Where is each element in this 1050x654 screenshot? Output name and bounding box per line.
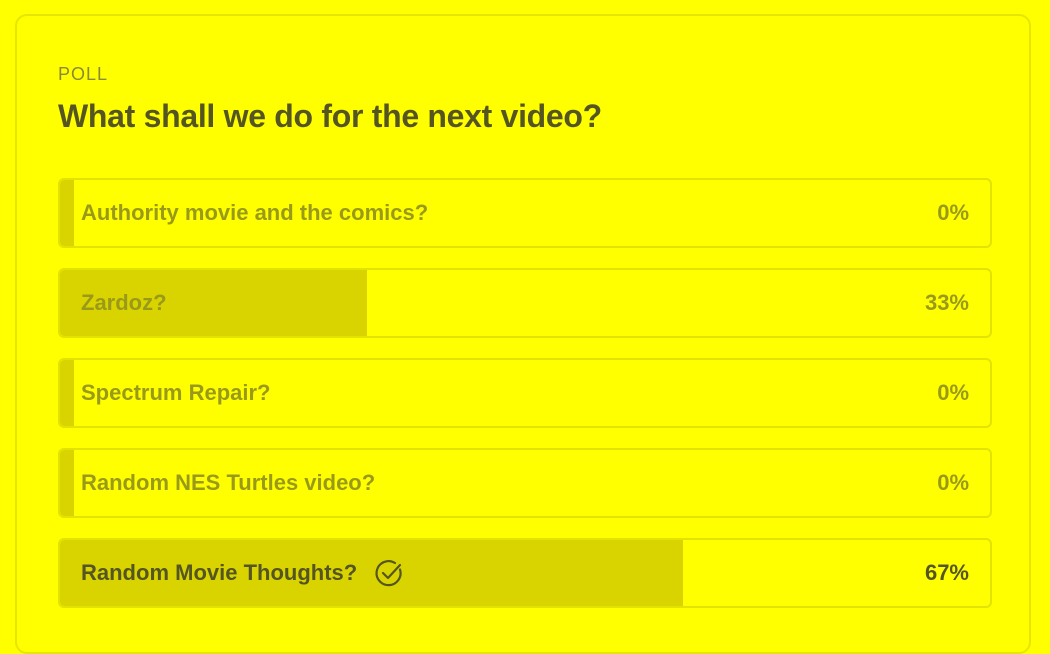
poll-option[interactable]: Zardoz? 33%: [58, 268, 992, 338]
poll-option-selected[interactable]: Random Movie Thoughts? 67%: [58, 538, 992, 608]
poll-option-bar: [60, 180, 74, 246]
poll-option-percent: 33%: [924, 290, 969, 315]
poll-option-percent: 0%: [937, 470, 969, 495]
poll-option-text: Spectrum Repair?: [81, 380, 271, 405]
poll-option-percent: 67%: [924, 560, 969, 585]
poll-option-label: Random Movie Thoughts?: [81, 557, 405, 589]
poll-options: Authority movie and the comics? 0% Zardo…: [58, 178, 992, 628]
poll-card: POLL What shall we do for the next video…: [15, 14, 1031, 654]
poll-option[interactable]: Spectrum Repair? 0%: [58, 358, 992, 428]
poll-option-bar: [60, 360, 74, 426]
poll-option-label: Spectrum Repair?: [81, 380, 271, 406]
poll-label: POLL: [58, 64, 109, 84]
poll-option-text: Zardoz?: [81, 290, 167, 315]
poll-option-text: Authority movie and the comics?: [81, 200, 429, 225]
poll-option-label: Authority movie and the comics?: [81, 200, 428, 226]
poll-option-label: Random NES Turtles video?: [81, 470, 375, 496]
poll-option-percent: 0%: [937, 380, 969, 405]
poll-option-percent: 0%: [937, 200, 969, 225]
poll-option-label: Zardoz?: [81, 290, 167, 316]
poll-option[interactable]: Random NES Turtles video? 0%: [58, 448, 992, 518]
poll-option-text: Random NES Turtles video?: [81, 470, 376, 495]
poll-option[interactable]: Authority movie and the comics? 0%: [58, 178, 992, 248]
check-circle-icon: [373, 557, 405, 589]
poll-option-bar: [60, 450, 74, 516]
poll-title: What shall we do for the next video?: [58, 98, 602, 134]
poll-option-text: Random Movie Thoughts?: [81, 560, 358, 585]
